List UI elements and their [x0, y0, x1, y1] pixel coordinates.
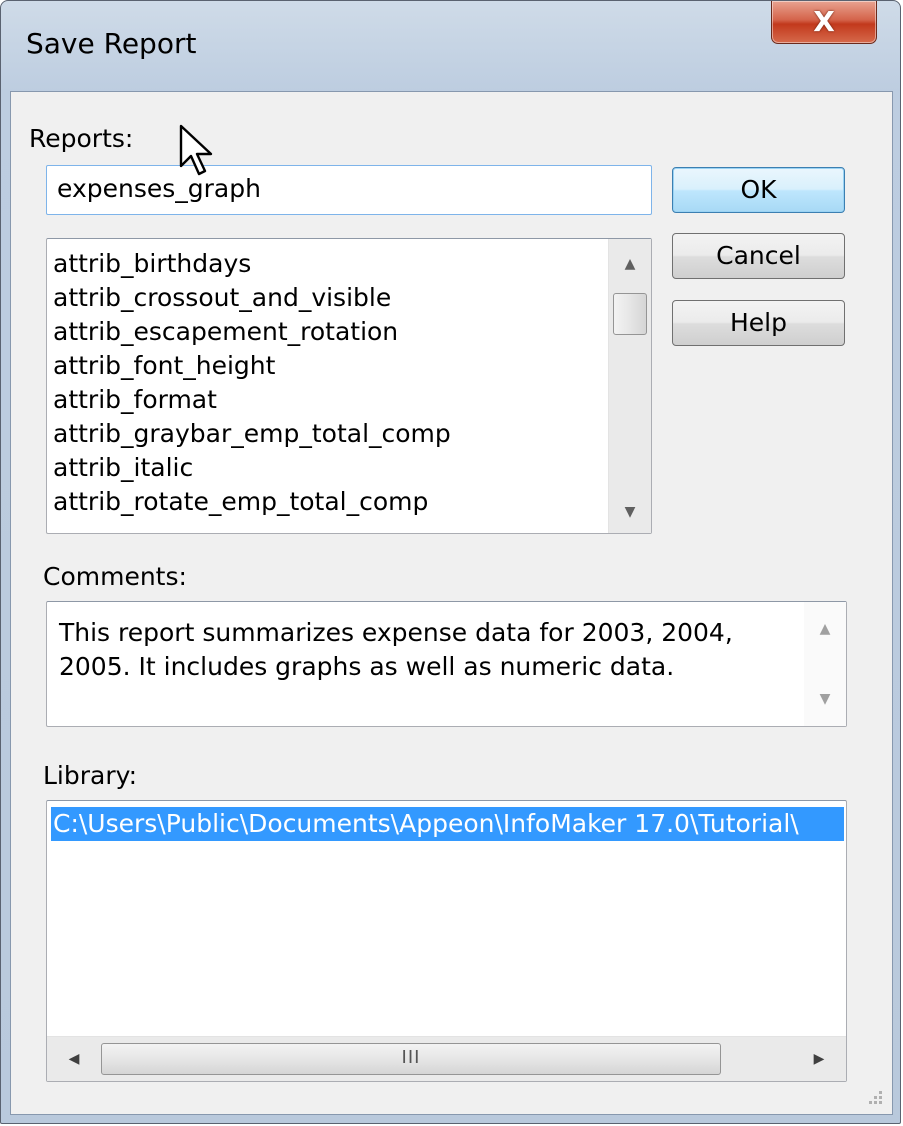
scroll-down-arrow-icon[interactable]: ▼: [609, 497, 651, 527]
help-button[interactable]: Help: [672, 300, 845, 346]
ok-button[interactable]: OK: [672, 167, 845, 213]
reports-label: Reports:: [29, 124, 134, 153]
close-button[interactable]: X: [771, 1, 877, 44]
library-item-selected[interactable]: C:\Users\Public\Documents\Appeon\InfoMak…: [51, 807, 844, 841]
reports-list-scrollbar[interactable]: ▲ ▼: [608, 239, 651, 533]
scroll-right-arrow-icon[interactable]: ▶: [798, 1037, 840, 1081]
list-item[interactable]: attrib_format: [53, 383, 217, 417]
scrollbar-thumb[interactable]: [613, 293, 647, 335]
comments-textarea[interactable]: This report summarizes expense data for …: [46, 601, 847, 727]
report-name-input[interactable]: expenses_graph: [46, 165, 652, 215]
comments-text: This report summarizes expense data for …: [59, 618, 733, 681]
comments-label: Comments:: [43, 562, 187, 591]
library-hscrollbar[interactable]: ◀ III ▶: [47, 1036, 846, 1081]
list-item[interactable]: attrib_italic: [53, 451, 193, 485]
list-item[interactable]: attrib_graybar_emp_total_comp: [53, 417, 451, 451]
dialog-body: Reports: expenses_graph attrib_birthdays…: [10, 91, 893, 1115]
title-bar[interactable]: Save Report X: [1, 1, 900, 91]
report-name-value: expenses_graph: [57, 174, 261, 203]
scroll-up-arrow-icon[interactable]: ▲: [804, 614, 846, 644]
list-item[interactable]: attrib_crossout_and_visible: [53, 281, 391, 315]
scroll-down-arrow-icon[interactable]: ▼: [804, 684, 846, 714]
library-list[interactable]: C:\Users\Public\Documents\Appeon\InfoMak…: [46, 800, 847, 1082]
list-item[interactable]: attrib_escapement_rotation: [53, 315, 398, 349]
save-report-dialog: Save Report X Reports: expenses_graph at…: [0, 0, 901, 1124]
library-label: Library:: [43, 761, 138, 790]
comments-scrollbar[interactable]: ▲ ▼: [804, 602, 846, 726]
hscroll-thumb[interactable]: III: [101, 1043, 721, 1075]
list-item[interactable]: attrib_font_height: [53, 349, 275, 383]
resize-grip-icon[interactable]: [864, 1088, 884, 1108]
reports-list[interactable]: attrib_birthdays attrib_crossout_and_vis…: [46, 238, 652, 534]
list-item[interactable]: attrib_birthdays: [53, 247, 251, 281]
dialog-title: Save Report: [26, 27, 197, 60]
mouse-pointer-icon: [179, 124, 213, 176]
scroll-up-arrow-icon[interactable]: ▲: [609, 249, 651, 279]
close-icon: X: [813, 5, 835, 38]
scroll-left-arrow-icon[interactable]: ◀: [53, 1037, 95, 1081]
cancel-button[interactable]: Cancel: [672, 233, 845, 279]
list-item[interactable]: attrib_rotate_emp_total_comp: [53, 485, 428, 519]
